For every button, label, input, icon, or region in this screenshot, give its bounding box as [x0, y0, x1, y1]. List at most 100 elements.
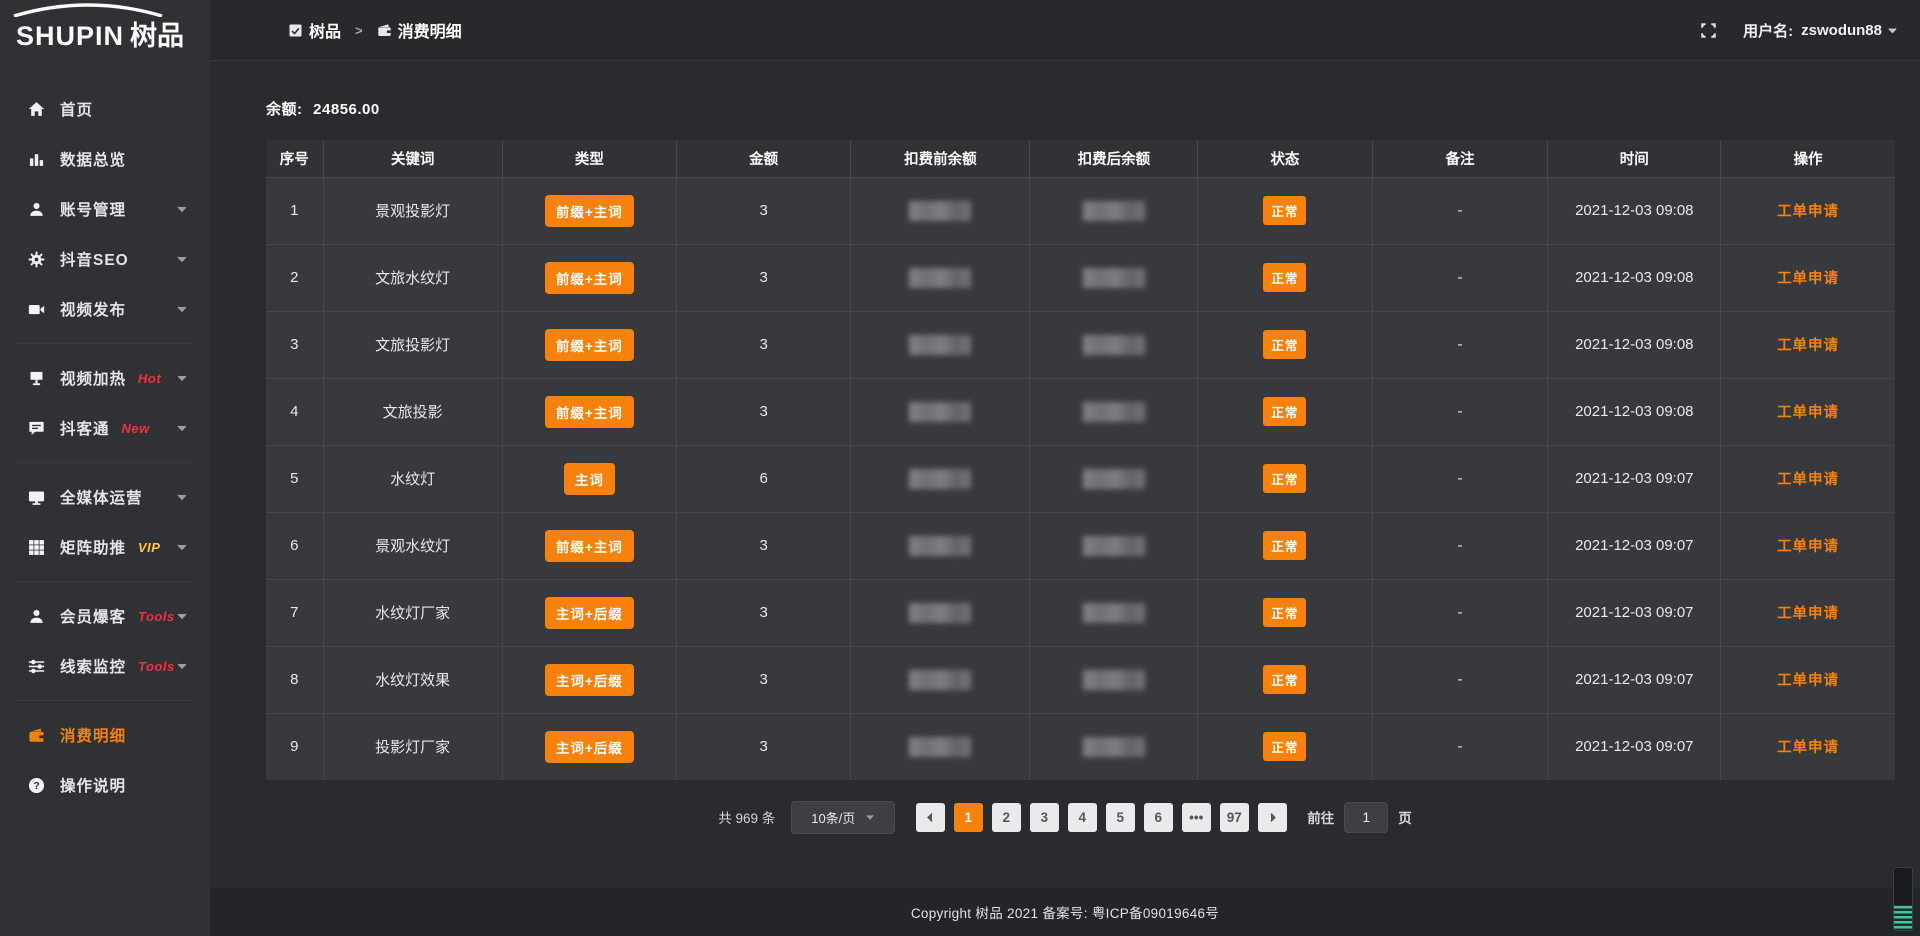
- cell-balance-before: [851, 177, 1030, 244]
- chart-icon: [28, 151, 45, 168]
- cell-keyword: 水纹灯效果: [323, 646, 502, 713]
- status-badge: 正常: [1263, 598, 1306, 627]
- page-button-2[interactable]: 2: [992, 803, 1021, 832]
- work-order-link[interactable]: 工单申请: [1777, 338, 1839, 354]
- page-size-select[interactable]: 10条/页: [791, 801, 895, 834]
- cell-status: 正常: [1198, 311, 1372, 378]
- chevron-down-icon: [865, 812, 875, 822]
- masked-balance: [1083, 402, 1145, 422]
- cell-balance-before: [851, 512, 1030, 579]
- page-button-1[interactable]: 1: [954, 803, 983, 832]
- cell-type: 前缀+主词: [502, 378, 676, 445]
- chevron-down-icon: [176, 541, 188, 553]
- sidebar-item-video-heat[interactable]: 视频加热Hot: [0, 353, 210, 403]
- sidebar-item-media-ops[interactable]: 全媒体运营: [0, 472, 210, 522]
- column-header: 时间: [1548, 140, 1721, 177]
- status-badge: 正常: [1263, 330, 1306, 359]
- cell-amount: 3: [676, 646, 850, 713]
- cell-remark: -: [1372, 177, 1548, 244]
- table-row: 3文旅投影灯前缀+主词3正常-2021-12-03 09:08工单申请: [266, 311, 1895, 378]
- goto-page-input[interactable]: [1344, 802, 1388, 833]
- status-badge: 正常: [1263, 263, 1306, 292]
- sidebar-item-consume-detail[interactable]: 消费明细: [0, 710, 210, 760]
- sidebar-item-label: 账号管理: [60, 198, 126, 220]
- work-order-link[interactable]: 工单申请: [1777, 472, 1839, 488]
- cell-balance-before: [851, 646, 1030, 713]
- page-button-4[interactable]: 4: [1068, 803, 1097, 832]
- logo-arc: [12, 3, 164, 17]
- sliders-icon: [28, 658, 45, 675]
- prev-page-button[interactable]: [916, 803, 945, 832]
- breadcrumb-label: 树品: [309, 18, 341, 42]
- page-button-5[interactable]: 5: [1106, 803, 1135, 832]
- sidebar-item-matrix-boost[interactable]: 矩阵助推VIP: [0, 522, 210, 572]
- cell-time: 2021-12-03 09:08: [1548, 378, 1721, 445]
- work-order-link[interactable]: 工单申请: [1777, 405, 1839, 421]
- masked-balance: [1083, 201, 1145, 221]
- user-menu[interactable]: 用户名: zswodun88: [1743, 20, 1898, 41]
- work-order-link[interactable]: 工单申请: [1777, 740, 1839, 756]
- work-order-link[interactable]: 工单申请: [1777, 204, 1839, 220]
- ellipsis-page-button[interactable]: •••: [1182, 803, 1211, 832]
- work-order-link[interactable]: 工单申请: [1777, 539, 1839, 555]
- sidebar-item-label: 会员爆客: [60, 605, 126, 627]
- table-row: 5水纹灯主词6正常-2021-12-03 09:07工单申请: [266, 445, 1895, 512]
- masked-balance: [909, 268, 971, 288]
- page-button-97[interactable]: 97: [1220, 803, 1249, 832]
- cell-time: 2021-12-03 09:08: [1548, 311, 1721, 378]
- page-button-6[interactable]: 6: [1144, 803, 1173, 832]
- sidebar-item-account-manage[interactable]: 账号管理: [0, 184, 210, 234]
- cell-balance-after: [1030, 646, 1198, 713]
- sidebar-item-label: 操作说明: [60, 774, 126, 796]
- masked-balance: [909, 335, 971, 355]
- sidebar-item-home[interactable]: 首页: [0, 84, 210, 134]
- work-order-link[interactable]: 工单申请: [1777, 673, 1839, 689]
- username-value: zswodun88: [1801, 22, 1882, 39]
- column-header: 扣费前余额: [851, 140, 1030, 177]
- floating-widget[interactable]: [1893, 867, 1913, 931]
- work-order-link[interactable]: 工单申请: [1777, 606, 1839, 622]
- page-button-3[interactable]: 3: [1030, 803, 1059, 832]
- cell-balance-before: [851, 244, 1030, 311]
- cell-time: 2021-12-03 09:07: [1548, 512, 1721, 579]
- sidebar-menu: 首页数据总览账号管理抖音SEO视频发布视频加热Hot抖客通New 全媒体运营矩阵助…: [0, 62, 210, 810]
- type-badge: 主词+后缀: [545, 731, 634, 763]
- cell-balance-after: [1030, 378, 1198, 445]
- breadcrumb-separator: >: [355, 23, 363, 38]
- sidebar-item-member-baoke[interactable]: 会员爆客Tools: [0, 591, 210, 641]
- cell-remark: -: [1372, 311, 1548, 378]
- cell-action: 工单申请: [1721, 177, 1895, 244]
- fullscreen-icon[interactable]: [1700, 22, 1717, 39]
- sidebar-item-video-publish[interactable]: 视频发布: [0, 284, 210, 334]
- chevron-down-icon: [1887, 25, 1898, 36]
- chat-icon: [28, 420, 45, 437]
- column-header: 关键词: [323, 140, 502, 177]
- cell-remark: -: [1372, 244, 1548, 311]
- sidebar-item-douketong[interactable]: 抖客通New: [0, 403, 210, 453]
- chevron-down-icon: [176, 610, 188, 622]
- status-badge: 正常: [1263, 196, 1306, 225]
- sidebar-item-clue-monitor[interactable]: 线索监控Tools: [0, 641, 210, 691]
- sidebar-item-douyin-seo[interactable]: 抖音SEO: [0, 234, 210, 284]
- cell-time: 2021-12-03 09:07: [1548, 445, 1721, 512]
- breadcrumb-item-1[interactable]: 消费明细: [377, 18, 462, 42]
- sidebar-item-label: 首页: [60, 98, 93, 120]
- masked-balance: [909, 469, 971, 489]
- masked-balance: [1083, 335, 1145, 355]
- cell-action: 工单申请: [1721, 579, 1895, 646]
- next-page-button[interactable]: [1258, 803, 1287, 832]
- cell-remark: -: [1372, 713, 1548, 780]
- cell-amount: 3: [676, 579, 850, 646]
- cell-keyword: 文旅投影: [323, 378, 502, 445]
- sidebar-item-instructions[interactable]: ?操作说明: [0, 760, 210, 810]
- masked-balance: [909, 670, 971, 690]
- breadcrumb-item-0[interactable]: 树品: [288, 18, 341, 42]
- cell-balance-after: [1030, 445, 1198, 512]
- app-icon: [288, 23, 303, 38]
- sidebar: SHUPIN树品 首页数据总览账号管理抖音SEO视频发布视频加热Hot抖客通Ne…: [0, 0, 210, 936]
- sidebar-item-data-overview[interactable]: 数据总览: [0, 134, 210, 184]
- main-content: 余额: 24856.00 序号关键词类型金额扣费前余额扣费后余额状态备注时间操作…: [210, 62, 1920, 936]
- cell-balance-before: [851, 713, 1030, 780]
- chevron-down-icon: [176, 660, 188, 672]
- work-order-link[interactable]: 工单申请: [1777, 271, 1839, 287]
